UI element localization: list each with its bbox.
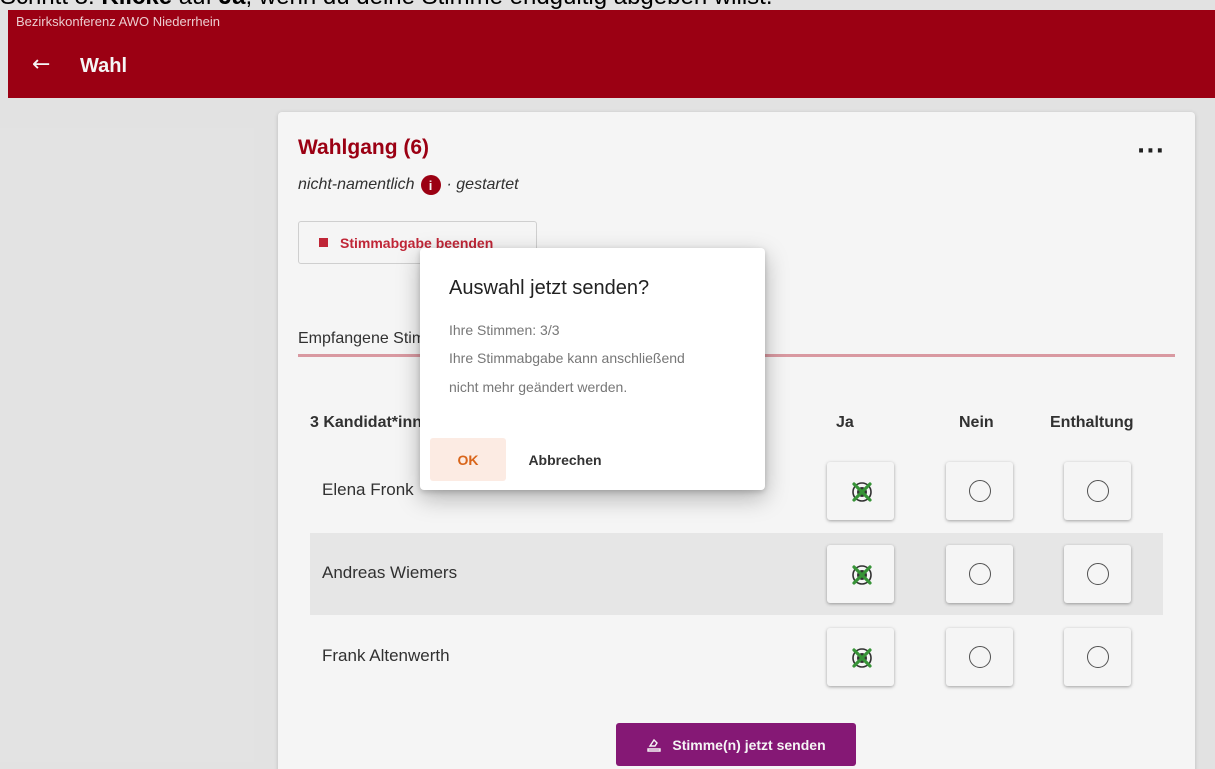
ballot-title: Wahlgang (6) [298,136,430,159]
vote-no-button[interactable] [946,628,1013,686]
ballot-subtitle: nicht-namentlich i · gestartet [298,175,519,195]
dialog-vote-count: Ihre Stimmen: 3/3 [449,322,560,338]
vote-abstain-button[interactable] [1064,545,1131,603]
radio-empty-icon [968,563,991,585]
send-votes-button[interactable]: Stimme(n) jetzt senden [616,723,856,766]
app-header: Bezirkskonferenz AWO Niederrhein ← Wahl [8,10,1215,98]
radio-empty-icon [1086,480,1109,502]
instruction-mid: auf [172,0,219,10]
candidate-row: Frank Altenwerth [310,616,1163,698]
dialog-message-line2: nicht mehr geändert werden. [449,379,628,395]
ballot-status: · gestartet [446,176,519,193]
candidate-name: Frank Altenwerth [322,646,450,665]
ballot-mode: nicht-namentlich [298,176,415,193]
vote-yes-button[interactable] [827,545,894,603]
column-header-abstain: Enthaltung [1050,414,1134,431]
checked-cross-icon [850,480,872,502]
vote-abstain-button[interactable] [1064,462,1131,520]
instruction-bold-yes: Ja [219,0,246,10]
stop-square-icon [319,238,328,247]
organization-name: Bezirkskonferenz AWO Niederrhein [16,14,220,29]
radio-empty-icon [1086,563,1109,585]
vote-yes-button[interactable] [827,462,894,520]
send-votes-label: Stimme(n) jetzt senden [672,736,826,753]
radio-empty-icon [968,480,991,502]
candidate-row: Andreas Wiemers [310,533,1163,615]
instruction-bold-click: Klicke [101,0,172,10]
confirm-dialog: Auswahl jetzt senden? Ihre Stimmen: 3/3 … [420,248,765,490]
ok-button[interactable]: OK [430,438,506,481]
radio-empty-icon [968,646,991,668]
radio-empty-icon [1086,646,1109,668]
checked-cross-icon [850,646,872,668]
column-header-yes: Ja [836,414,854,431]
vote-yes-button[interactable] [827,628,894,686]
back-arrow-icon[interactable]: ← [32,54,50,76]
candidate-name: Elena Fronk [322,480,414,499]
vote-no-button[interactable] [946,545,1013,603]
cancel-button[interactable]: Abbrechen [510,438,620,481]
more-options-icon[interactable]: ··· [1137,141,1165,163]
instruction-banner: Schritt 3: Klicke auf Ja, wenn du deine … [0,0,1215,10]
dialog-title: Auswahl jetzt senden? [449,277,650,299]
vote-abstain-button[interactable] [1064,628,1131,686]
instruction-suffix: , wenn du deine Stimme endgültig abgeben… [246,0,773,10]
dialog-message-line1: Ihre Stimmabgabe kann anschließend [449,350,685,366]
vote-no-button[interactable] [946,462,1013,520]
instruction-prefix: Schritt 3: [0,0,101,10]
ballot-box-icon [647,738,662,752]
page-title: Wahl [80,55,128,77]
checked-cross-icon [850,563,872,585]
info-icon[interactable]: i [420,175,441,195]
column-header-no: Nein [959,414,994,431]
candidate-name: Andreas Wiemers [322,563,458,582]
